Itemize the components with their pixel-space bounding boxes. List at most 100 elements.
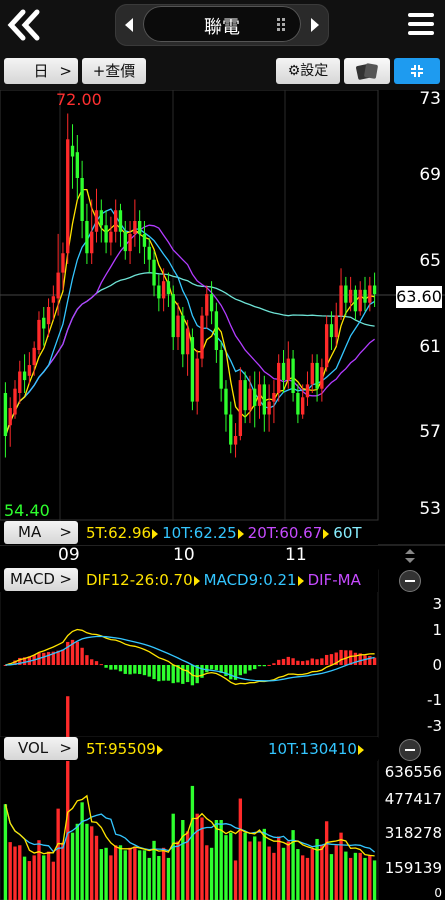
macd-histogram-bar xyxy=(185,665,190,683)
volume-bar xyxy=(166,857,171,900)
vol-button[interactable]: VOL > xyxy=(4,737,78,760)
fullscreen-button[interactable] xyxy=(394,58,440,84)
price-axis-label: 65 xyxy=(419,251,441,271)
vol-axis-label: 318278 xyxy=(384,824,442,842)
volume-bar xyxy=(42,855,46,900)
candle-body xyxy=(128,233,132,252)
macd-histogram-bar xyxy=(262,665,266,667)
volume-bar xyxy=(267,846,271,900)
vol5-line xyxy=(4,794,375,857)
hamburger-menu-icon[interactable] xyxy=(408,12,434,36)
candle-body xyxy=(166,281,171,295)
sort-arrows-icon[interactable] xyxy=(404,548,416,564)
macd-histogram-bar xyxy=(310,658,314,665)
candle-body xyxy=(224,388,228,415)
candle-body xyxy=(363,289,367,303)
price-axis-label: 61 xyxy=(419,337,441,357)
volume-bar xyxy=(109,855,113,900)
candle-body xyxy=(253,388,257,406)
macd-histogram-bar xyxy=(99,664,103,666)
volume-bar xyxy=(281,847,286,900)
candle-body xyxy=(324,324,329,368)
volume-bar xyxy=(171,813,175,900)
volume-bar xyxy=(161,847,166,900)
volume-bar xyxy=(13,846,17,900)
settings-button[interactable]: ⚙設定 xyxy=(276,58,340,84)
arrow-icon xyxy=(193,575,200,586)
candle-body xyxy=(66,139,70,254)
candle-body xyxy=(109,231,113,243)
candle-body xyxy=(195,358,199,402)
macd-histogram-bar xyxy=(128,665,132,675)
candle-body xyxy=(214,311,219,350)
vol-axis-label: 477417 xyxy=(384,790,442,808)
volume-bar xyxy=(75,823,79,900)
candle-body xyxy=(339,285,343,316)
volume-bar xyxy=(358,852,362,900)
macd-histogram-bar xyxy=(46,652,51,665)
compare-button[interactable] xyxy=(344,58,390,84)
collapse-macd-icon[interactable] xyxy=(399,570,421,592)
candle-body xyxy=(329,324,334,338)
next-stock-icon[interactable] xyxy=(307,16,323,34)
macd-histogram-bar xyxy=(142,665,147,676)
volume-bar xyxy=(339,832,343,900)
volume-bar xyxy=(301,855,305,900)
candle-body xyxy=(56,272,60,299)
candle-body xyxy=(185,328,190,355)
ma5-value: 5T:62.96 xyxy=(86,524,152,542)
stock-title-pill[interactable]: 聯電 xyxy=(143,6,301,42)
macd-histogram-bar xyxy=(42,652,46,665)
macd-histogram-bar xyxy=(329,654,334,665)
chart-toolbar: 日 > +查價 ⚙設定 xyxy=(0,52,445,90)
volume-bar xyxy=(142,850,147,900)
macd-histogram-bar xyxy=(272,663,276,665)
macd-histogram-bar xyxy=(286,656,290,665)
volume-bar xyxy=(18,845,22,900)
price-axis-label: 57 xyxy=(419,422,441,442)
arrow-icon xyxy=(237,528,244,539)
arrow-icon xyxy=(152,528,159,539)
volume-bar xyxy=(363,857,367,900)
candle-body xyxy=(94,210,99,232)
volume-bar xyxy=(238,798,243,900)
macd-button[interactable]: MACD > xyxy=(4,568,78,591)
volume-bar xyxy=(253,836,257,900)
period-select-button[interactable]: 日 > xyxy=(4,58,78,84)
query-price-button[interactable]: +查價 xyxy=(82,58,146,84)
vol-values: 5T:95509 xyxy=(86,737,167,761)
dif-value: DIF12-26:0.70 xyxy=(86,571,193,589)
macd-histogram-bar xyxy=(80,647,84,665)
vol10-line xyxy=(4,804,376,853)
collapse-arrows-icon xyxy=(411,65,423,77)
macd-histogram-bar xyxy=(118,665,123,672)
volume-bar xyxy=(37,840,41,900)
month-tick: 11 xyxy=(285,545,307,565)
arrow-icon xyxy=(297,575,304,586)
candle-body xyxy=(161,281,166,299)
macd-histogram-bar xyxy=(229,665,233,680)
candle-body xyxy=(104,225,108,243)
double-chevron-left-icon[interactable] xyxy=(6,8,42,42)
ma-button[interactable]: MA > xyxy=(4,521,78,544)
volume-bar xyxy=(123,850,127,900)
candle-body xyxy=(296,393,300,415)
candle-body xyxy=(137,221,142,234)
volume-bar xyxy=(176,841,180,900)
vol-button-label: VOL xyxy=(18,739,49,757)
macd-histogram-bar xyxy=(114,665,118,670)
candle-body xyxy=(46,307,51,325)
macd-histogram-bar xyxy=(171,665,175,684)
volume-bar xyxy=(61,842,65,900)
high-price-label: 72.00 xyxy=(56,90,102,109)
candle-body xyxy=(229,414,233,445)
volume-bar xyxy=(181,820,185,900)
cards-icon xyxy=(356,63,378,80)
prev-stock-icon[interactable] xyxy=(121,16,137,34)
candle-body xyxy=(157,285,161,299)
volume-bar xyxy=(214,820,219,900)
candle-body xyxy=(181,315,185,355)
macd-histogram-bar xyxy=(248,665,252,671)
candle-body xyxy=(152,259,156,286)
collapse-vol-icon[interactable] xyxy=(399,739,421,761)
